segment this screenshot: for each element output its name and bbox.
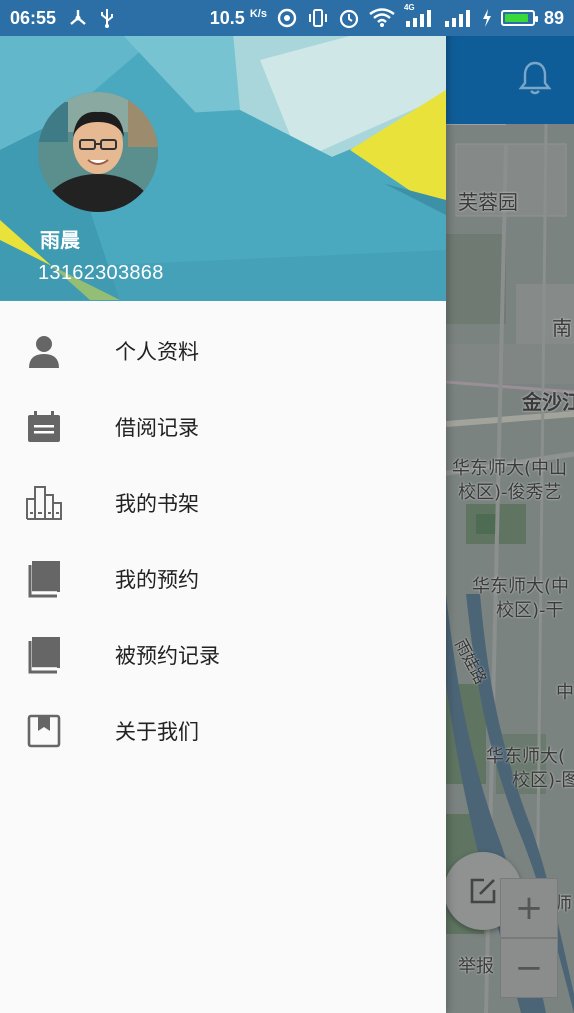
map-label-nan: 南 [552,316,572,340]
menu-item-label: 关于我们 [115,720,199,744]
map-label-ecnu2-line2: 校区)-干 [496,600,564,621]
battery-icon [500,10,538,26]
user-name: 雨晨 [40,228,80,252]
menu-item-label: 我的预约 [115,568,199,592]
usb-icon [100,7,114,29]
hotspot-icon [276,7,298,29]
menu-item-bookshelf[interactable]: 我的书架 [0,465,446,541]
share-hub-icon [68,8,88,28]
alarm-icon [338,7,360,29]
drawer-menu: 个人资料 借阅记录 我的书架 我的预约 被预约记录 关于我们 [0,313,446,769]
cell-signal-4g-icon: 4G [404,3,434,27]
zoom-out-button[interactable]: − [500,938,558,998]
menu-item-label: 借阅记录 [115,416,199,440]
wifi-icon [369,8,395,28]
cell-signal-icon [443,9,473,27]
menu-item-label: 被预约记录 [115,644,220,668]
user-phone: 13162303868 [38,262,164,284]
map-view[interactable]: 芙蓉园 南 金沙江 华东师大(中山 校区)-俊秀艺 华东师大(中 校区)-干 雨… [446,124,574,1013]
map-label-ecnu3-line2: 校区)-图 [512,770,574,791]
battery-level: 89 [543,7,564,28]
menu-item-borrow-records[interactable]: 借阅记录 [0,389,446,465]
drawer-header: 雨晨 13162303868 [0,0,446,301]
status-time: 06:55 [10,7,57,28]
network-type: 4G [403,3,415,12]
navigation-drawer: 雨晨 13162303868 个人资料 借阅记录 我的书架 我的预约 被预约记录… [0,0,446,1013]
menu-item-profile[interactable]: 个人资料 [0,313,446,389]
map-label-ecnu3-line1: 华东师大( [486,746,566,767]
status-bar: 06:55 10.5 K/s 4G 89 [0,0,574,36]
notification-bell-icon[interactable] [518,60,552,100]
bookmark-icon [25,712,63,750]
network-speed: 10.5 [209,7,245,28]
book-icon [25,560,63,598]
map-report-link[interactable]: 举报 [458,956,494,978]
map-label-ecnu1-line1: 华东师大(中山 [452,458,568,479]
edit-icon [470,878,496,904]
network-speed-unit: K/s [249,7,267,20]
calendar-icon [25,408,63,446]
map-label-ecnu2-line1: 华东师大(中 [472,576,570,597]
map-label-zhong: 中 [556,682,574,703]
book-icon [25,636,63,674]
map-label-ecnu1-line2: 校区)-俊秀艺 [458,482,562,503]
zoom-in-button[interactable]: + [500,878,558,938]
map-toolbar [446,36,574,124]
avatar-photo [38,92,158,212]
user-avatar[interactable] [38,92,158,212]
person-icon [25,332,63,370]
map-label-jinsha: 金沙江 [522,390,574,414]
vibrate-icon [307,7,329,29]
bookshelf-icon [25,484,63,522]
menu-item-my-reservations[interactable]: 我的预约 [0,541,446,617]
charging-icon [482,9,492,27]
menu-item-about-us[interactable]: 关于我们 [0,693,446,769]
menu-item-label: 我的书架 [115,492,199,516]
map-label-furong: 芙蓉园 [458,190,518,214]
menu-item-reserved-records[interactable]: 被预约记录 [0,617,446,693]
menu-item-label: 个人资料 [115,340,199,364]
